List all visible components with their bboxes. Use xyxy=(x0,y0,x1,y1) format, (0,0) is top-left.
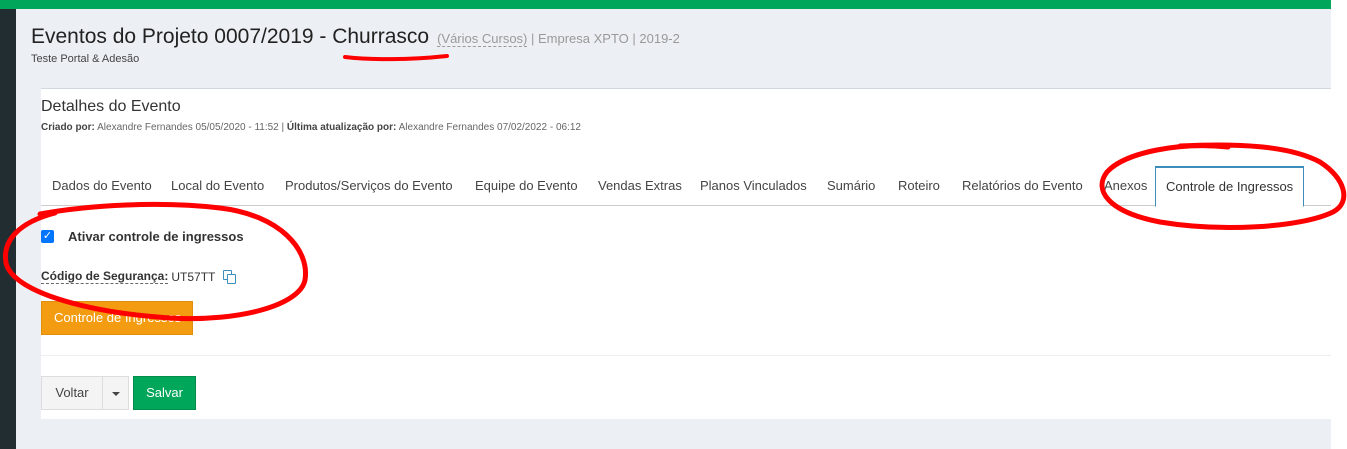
caret-down-icon xyxy=(112,392,120,396)
page-subtitle: Teste Portal & Adesão xyxy=(31,53,140,65)
event-tabs: Dados do Evento Local do Evento Produtos… xyxy=(41,166,1331,207)
tab-local-do-evento[interactable]: Local do Evento xyxy=(171,166,264,206)
security-code-value: UT57TT xyxy=(171,269,216,284)
updated-by-value: Alexandre Fernandes 07/02/2022 - 06:12 xyxy=(398,122,581,133)
back-dropdown-toggle[interactable] xyxy=(103,376,129,410)
courses-link[interactable]: (Vários Cursos) xyxy=(437,31,528,47)
security-code-row: Código de Segurança: UT57TT xyxy=(41,269,237,284)
page-title-meta: (Vários Cursos) | Empresa XPTO | 2019-2 xyxy=(437,31,680,47)
box-meta: Criado por: Alexandre Fernandes 05/05/20… xyxy=(41,122,581,133)
left-sidebar-strip xyxy=(0,9,16,449)
tab-produtos-servicos[interactable]: Produtos/Serviços do Evento xyxy=(285,166,453,206)
copy-icon[interactable] xyxy=(223,269,237,284)
tab-planos-vinculados[interactable]: Planos Vinculados xyxy=(700,166,807,206)
top-accent-bar xyxy=(0,0,1331,9)
updated-by-label: Última atualização por: xyxy=(286,122,397,133)
page-title: Eventos do Projeto 0007/2019 - Churrasco xyxy=(31,25,430,48)
tab-controle-de-ingressos[interactable]: Controle de Ingressos xyxy=(1155,166,1305,207)
tab-relatorios-do-evento[interactable]: Relatórios do Evento xyxy=(962,166,1083,206)
check-icon: ✓ xyxy=(42,230,53,242)
form-divider xyxy=(41,355,1331,356)
ticket-control-button[interactable]: Controle de Ingressos xyxy=(41,301,193,335)
created-by-label: Criado por: xyxy=(41,122,95,133)
tab-anexos[interactable]: Anexos xyxy=(1104,166,1147,206)
page-title-line: Eventos do Projeto 0007/2019 - Churrasco… xyxy=(31,25,680,49)
form-actions: Voltar Salvar xyxy=(41,376,196,410)
back-button[interactable]: Voltar xyxy=(41,376,103,410)
ticket-control-toggle-row: ✓ Ativar controle de ingressos xyxy=(41,229,244,244)
tab-sumario[interactable]: Sumário xyxy=(827,166,875,206)
tab-vendas-extras[interactable]: Vendas Extras xyxy=(598,166,682,206)
tab-dados-do-evento[interactable]: Dados do Evento xyxy=(52,166,152,206)
event-details-box: Detalhes do Evento Criado por: Alexandre… xyxy=(41,88,1331,419)
content-area: Eventos do Projeto 0007/2019 - Churrasco… xyxy=(16,9,1331,449)
save-button[interactable]: Salvar xyxy=(133,376,196,410)
ticket-control-checkbox[interactable]: ✓ xyxy=(41,230,54,243)
page-header: Eventos do Projeto 0007/2019 - Churrasco… xyxy=(31,25,680,65)
tab-roteiro[interactable]: Roteiro xyxy=(898,166,940,206)
company-term-text: | Empresa XPTO | 2019-2 xyxy=(531,31,680,46)
tab-equipe-do-evento[interactable]: Equipe do Evento xyxy=(475,166,578,206)
right-edge xyxy=(1331,0,1347,449)
ticket-control-checkbox-label[interactable]: Ativar controle de ingressos xyxy=(68,229,244,244)
box-title: Detalhes do Evento xyxy=(41,98,181,115)
created-by-value: Alexandre Fernandes 05/05/2020 - 11:52 | xyxy=(97,122,285,133)
security-code-label: Código de Segurança: xyxy=(41,269,169,284)
